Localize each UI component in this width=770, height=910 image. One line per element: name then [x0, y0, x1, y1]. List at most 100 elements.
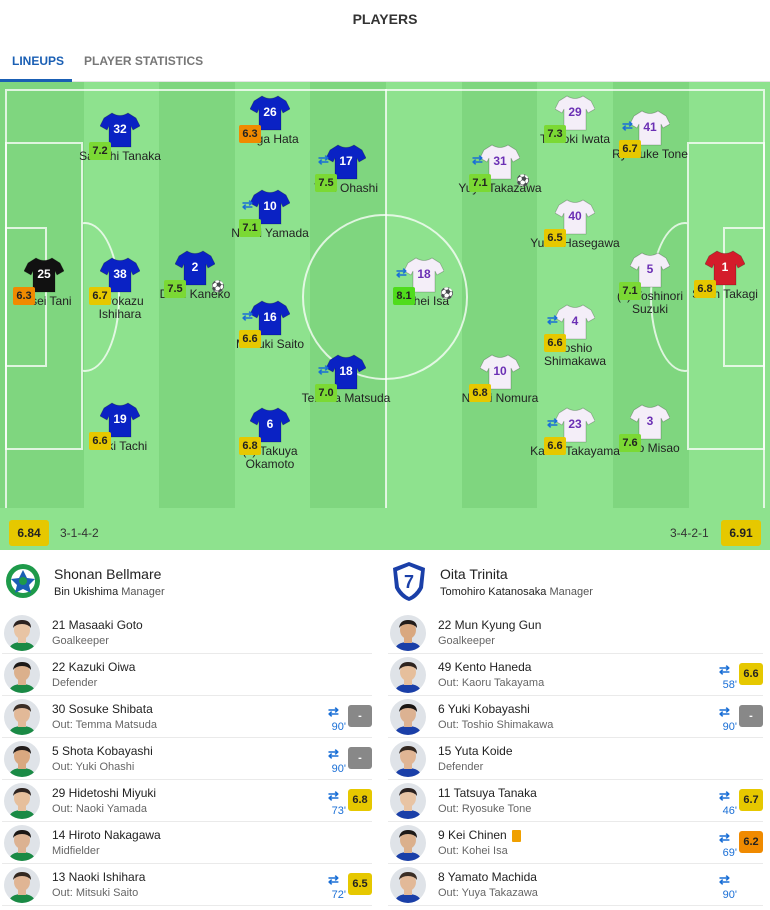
bench-player-name: 49 Kento Haneda	[438, 660, 531, 674]
player-rating-badge: 6.7	[89, 287, 111, 305]
player-rating-badge: 6.7	[739, 789, 763, 811]
bench-row[interactable]: 29 Hidetoshi Miyuki Out: Naoki Yamada ⇄ 73'…	[2, 780, 372, 822]
shirt-number: 32	[113, 122, 127, 136]
player-avatar	[4, 615, 40, 651]
substitution-icon: ⇄	[242, 197, 253, 212]
player-avatar	[390, 699, 426, 735]
substitution-minute: 72'	[331, 889, 346, 901]
bench-row[interactable]: 13 Naoki Ishihara Out: Mitsuki Saito ⇄ 72' 6…	[2, 864, 372, 906]
substitution-icon: ⇄	[396, 265, 407, 280]
bench-player-name: 29 Hidetoshi Miyuki	[52, 786, 156, 800]
away-team-rating: 6.91	[721, 520, 761, 546]
player-rating-badge: 6.6	[544, 437, 566, 455]
bench-player-detail: Midfielder	[52, 845, 100, 857]
shirt-number: 40	[568, 209, 582, 223]
player-rating-badge: 6.6	[739, 663, 763, 685]
player-avatar	[390, 741, 426, 777]
bench-player-detail: Out: Yuki Ohashi	[52, 761, 135, 773]
bench-player-detail: Out: Kohei Isa	[438, 845, 508, 857]
bench-row[interactable]: 30 Sosuke Shibata Out: Temma Matsuda ⇄ 90' -	[2, 696, 372, 738]
player-avatar	[4, 867, 40, 903]
player-rating-badge: 7.6	[619, 434, 641, 452]
player-rating-badge: 6.5	[348, 873, 372, 895]
substitution-icon: ⇄	[719, 872, 730, 887]
substitution-minute: 69'	[722, 847, 737, 859]
bench-player-detail: Out: Mitsuki Saito	[52, 887, 139, 899]
shirt-number: 19	[113, 412, 127, 426]
bench-row[interactable]: 21 Masaaki Goto Goalkeeper	[2, 612, 372, 654]
shirt-number: 2	[191, 260, 199, 274]
substitution-icon: ⇄	[719, 830, 730, 845]
player-rating-badge: 7.1	[239, 219, 261, 237]
away-manager-name[interactable]: Tomohiro Katanosaka	[440, 586, 546, 598]
shirt-number: 10	[493, 364, 507, 378]
player-avatar	[390, 615, 426, 651]
bench-row[interactable]: 14 Hiroto Nakagawa Midfielder	[2, 822, 372, 864]
substitution-icon: ⇄	[472, 152, 483, 167]
home-manager-name[interactable]: Bin Ukishima	[54, 586, 118, 598]
substitution-icon: ⇄	[719, 704, 730, 719]
shirt-number: 18	[339, 364, 353, 378]
shirt-number: 3	[646, 414, 654, 428]
bench-row[interactable]: 6 Yuki Kobayashi Out: Toshio Shimakawa ⇄ 90…	[388, 696, 763, 738]
home-team-header: Shonan Bellmare Bin Ukishima Manager	[4, 558, 374, 606]
substitution-icon: ⇄	[328, 704, 339, 719]
tab-player-statistics[interactable]: PLAYER STATISTICS	[84, 48, 203, 82]
bench-row[interactable]: 8 Yamato Machida Out: Yuya Takazawa ⇄ 90'	[388, 864, 763, 906]
bench-player-title: 22 Mun Kyung Gun	[438, 618, 542, 632]
bench-player-name: 11 Tatsuya Tanaka	[438, 786, 537, 800]
bench-row[interactable]: 9 Kei Chinen Out: Kohei Isa ⇄ 69' 6.2	[388, 822, 763, 864]
bench-player-name: 9 Kei Chinen	[438, 828, 521, 842]
bench-row[interactable]: 22 Kazuki Oiwa Defender	[2, 654, 372, 696]
bench-player-name: 30 Sosuke Shibata	[52, 702, 153, 716]
bench-player-title: 22 Kazuki Oiwa	[52, 660, 136, 674]
formation-bar	[0, 508, 770, 550]
bench-row[interactable]: 11 Tatsuya Tanaka Out: Ryosuke Tone ⇄ 46' 6.…	[388, 780, 763, 822]
shirt-number: 25	[37, 267, 51, 281]
bench-player-detail: Defender	[438, 761, 484, 773]
bench-player-name: 13 Naoki Ishihara	[52, 870, 145, 884]
home-manager: Bin Ukishima Manager	[54, 586, 165, 598]
bench-player-title: 49 Kento Haneda	[438, 660, 532, 674]
bench-player-title: 29 Hidetoshi Miyuki	[52, 786, 157, 800]
tab-bar: LINEUPS PLAYER STATISTICS	[0, 48, 770, 82]
player-avatar	[4, 783, 40, 819]
bench-player-name: 22 Mun Kyung Gun	[438, 618, 541, 632]
shirt-number: 6	[266, 417, 274, 431]
shirt-number: 1	[721, 260, 729, 274]
player-rating-badge: 6.8	[239, 437, 261, 455]
player-rating-badge: 6.6	[239, 330, 261, 348]
bench-player-name: 5 Shota Kobayashi	[52, 744, 153, 758]
bench-player-detail: Out: Kaoru Takayama	[438, 677, 545, 689]
player-rating-badge: -	[348, 747, 372, 769]
substitution-minute: 73'	[331, 805, 346, 817]
substitution-icon: ⇄	[547, 415, 558, 430]
substitution-icon: ⇄	[622, 118, 633, 133]
bench-row[interactable]: 22 Mun Kyung Gun Goalkeeper	[388, 612, 763, 654]
bench-row[interactable]: 15 Yuta Koide Defender	[388, 738, 763, 780]
player-rating-badge: 6.8	[694, 280, 716, 298]
home-team-name[interactable]: Shonan Bellmare	[54, 566, 161, 582]
bench-row[interactable]: 49 Kento Haneda Out: Kaoru Takayama ⇄ 58' 6.…	[388, 654, 763, 696]
bench-player-title: 11 Tatsuya Tanaka	[438, 786, 537, 800]
bench-player-name: 6 Yuki Kobayashi	[438, 702, 530, 716]
substitution-minute: 46'	[722, 805, 737, 817]
shirt-number: 17	[339, 154, 353, 168]
bench-player-name: 22 Kazuki Oiwa	[52, 660, 135, 674]
bench-player-detail: Out: Temma Matsuda	[52, 719, 157, 731]
shirt-number: 5	[646, 262, 654, 276]
substitution-minute: 90'	[722, 721, 737, 733]
away-team-name[interactable]: Oita Trinita	[440, 566, 508, 582]
player-rating-badge: 6.8	[348, 789, 372, 811]
shirt-number: 18	[417, 267, 431, 281]
player-rating-badge: 6.6	[89, 432, 111, 450]
tab-lineups[interactable]: LINEUPS	[0, 48, 72, 82]
substitution-icon: ⇄	[318, 152, 329, 167]
away-team-header: 7 Oita Trinita Tomohiro Katanosaka Manag…	[390, 558, 760, 606]
player-avatar	[390, 657, 426, 693]
substitution-icon: ⇄	[719, 788, 730, 803]
bench-row[interactable]: 5 Shota Kobayashi Out: Yuki Ohashi ⇄ 90' -	[2, 738, 372, 780]
player-rating-badge: 7.0	[315, 384, 337, 402]
player-rating-badge: 7.5	[164, 280, 186, 298]
shirt-number: 26	[263, 105, 277, 119]
